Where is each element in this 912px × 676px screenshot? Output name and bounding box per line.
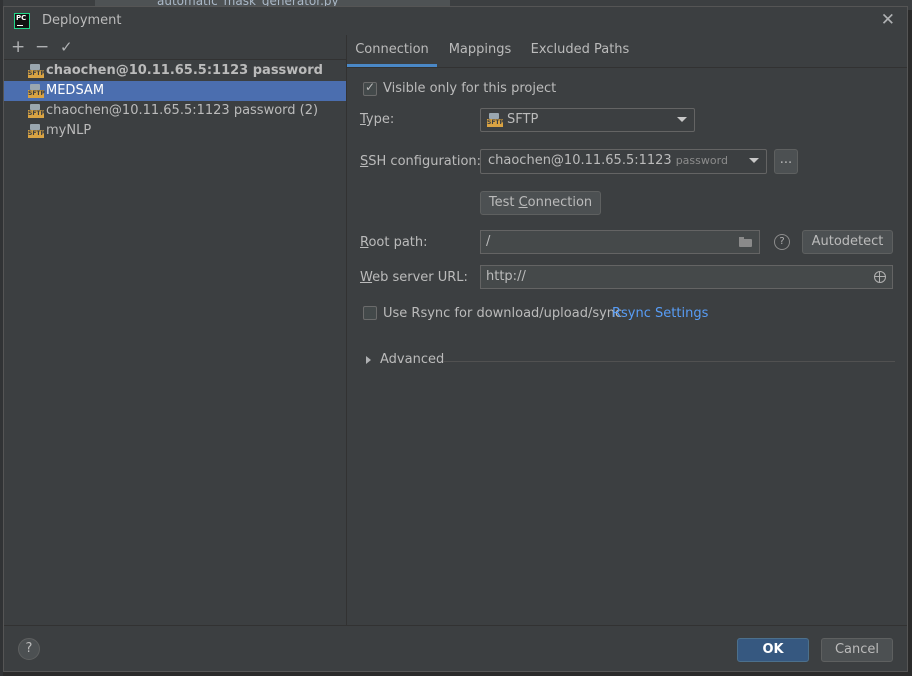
server-item[interactable]: SFTP chaochen@10.11.65.5:1123 password [4, 61, 346, 81]
sftp-icon: SFTP [28, 104, 45, 118]
test-connection-button[interactable]: Test Connection [480, 191, 601, 215]
title-bar: PC Deployment ✕ [4, 7, 907, 35]
chevron-down-icon [677, 117, 687, 122]
web-server-url-label: Web server URL: [360, 270, 468, 285]
server-item-label: chaochen@10.11.65.5:1123 password [46, 63, 323, 78]
server-item[interactable]: SFTP myNLP [4, 121, 346, 141]
advanced-separator [443, 361, 895, 362]
set-default-icon[interactable]: ✓ [60, 36, 73, 58]
type-select[interactable]: SFTP SFTP [480, 108, 695, 132]
ssh-config-value: chaochen@10.11.65.5:1123 password [488, 153, 728, 168]
server-item-label: MEDSAM [46, 83, 105, 98]
add-server-icon[interactable]: + [11, 36, 25, 58]
rsync-settings-link[interactable]: Rsync Settings [612, 306, 708, 321]
root-path-value: / [486, 234, 491, 249]
tab-connection[interactable]: Connection [347, 35, 437, 67]
server-item[interactable]: SFTP chaochen@10.11.65.5:1123 password (… [4, 101, 346, 121]
server-item[interactable]: SFTP MEDSAM [4, 81, 346, 101]
web-server-url-value: http:// [486, 269, 526, 284]
sftp-icon: SFTP [487, 113, 504, 127]
visible-only-checkbox[interactable] [363, 80, 377, 96]
dialog-footer: ? OK Cancel [4, 625, 907, 673]
server-list: SFTP chaochen@10.11.65.5:1123 password S… [4, 61, 346, 141]
deployment-dialog: PC Deployment ✕ + − ✓ SFTP chaochen@10.1… [3, 6, 908, 672]
ok-button[interactable]: OK [737, 638, 809, 662]
close-icon[interactable]: ✕ [881, 10, 895, 30]
help-button[interactable]: ? [18, 638, 40, 660]
root-path-label: Root path: [360, 235, 428, 250]
web-server-url-input[interactable]: http:// [480, 265, 893, 289]
sftp-icon: SFTP [28, 84, 45, 98]
server-settings-panel: Connection Mappings Excluded Paths Visib… [347, 35, 907, 625]
tab-mappings[interactable]: Mappings [441, 35, 519, 67]
root-path-help-icon[interactable]: ? [774, 234, 790, 250]
ssh-config-select[interactable]: chaochen@10.11.65.5:1123 password [480, 149, 767, 174]
folder-icon[interactable] [739, 237, 752, 247]
expand-icon[interactable] [366, 356, 371, 364]
dialog-title: Deployment [42, 13, 122, 28]
settings-tabs: Connection Mappings Excluded Paths [347, 35, 907, 68]
server-item-label: myNLP [46, 123, 92, 138]
sftp-icon: SFTP [28, 124, 45, 138]
tab-excluded-paths[interactable]: Excluded Paths [527, 35, 633, 67]
autodetect-button[interactable]: Autodetect [802, 230, 893, 254]
use-rsync-label: Use Rsync for download/upload/sync [383, 306, 623, 321]
ssh-config-more-button[interactable]: ... [774, 149, 798, 174]
pycharm-icon: PC [14, 13, 30, 29]
root-path-input[interactable]: / [480, 230, 760, 254]
use-rsync-checkbox[interactable] [363, 306, 377, 320]
type-label: Type: [360, 112, 395, 127]
server-toolbar: + − ✓ [4, 35, 346, 60]
chevron-down-icon [749, 158, 759, 163]
server-list-panel: + − ✓ SFTP chaochen@10.11.65.5:1123 pass… [4, 35, 347, 625]
type-value: SFTP [507, 112, 539, 127]
sftp-icon: SFTP [28, 64, 45, 78]
server-item-label: chaochen@10.11.65.5:1123 password (2) [46, 103, 319, 118]
ssh-config-label: SSH configuration: [360, 154, 482, 169]
globe-icon[interactable] [874, 271, 886, 283]
remove-server-icon[interactable]: − [35, 36, 49, 58]
cancel-button[interactable]: Cancel [821, 638, 893, 662]
visible-only-label: Visible only for this project [383, 81, 557, 96]
advanced-section-toggle[interactable]: Advanced [380, 352, 444, 367]
